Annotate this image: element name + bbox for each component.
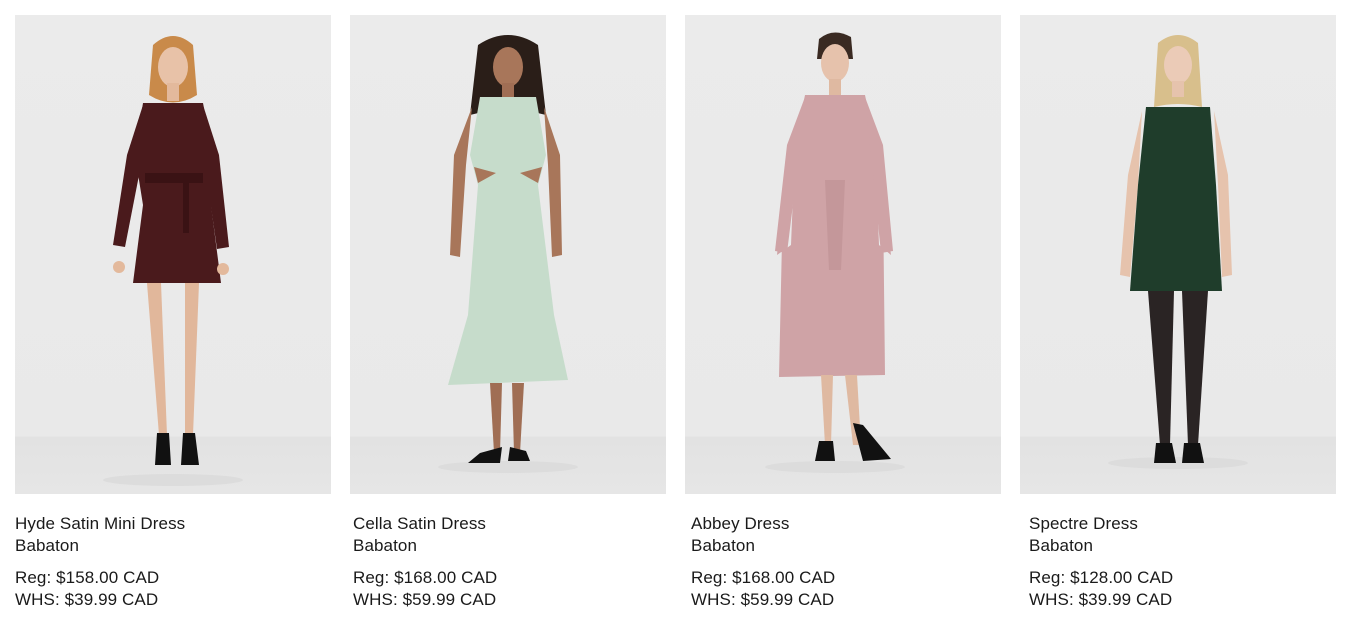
product-brand: Babaton [15, 536, 80, 555]
product-name[interactable]: Hyde Satin Mini Dress [15, 513, 331, 535]
model-photo-icon [765, 32, 905, 473]
price-block: Reg: $158.00 CAD WHS: $39.99 CAD [15, 567, 331, 611]
product-name[interactable]: Abbey Dress [691, 513, 1001, 535]
model-photo-icon [103, 36, 243, 486]
product-brand: Babaton [1029, 536, 1094, 555]
product-name[interactable]: Spectre Dress [1029, 513, 1336, 535]
product-info: Abbey Dress Babaton Reg: $168.00 CAD WHS… [685, 494, 1001, 611]
regular-price: Reg: $168.00 CAD [691, 568, 836, 587]
product-card[interactable]: Spectre Dress Babaton Reg: $128.00 CAD W… [1020, 15, 1336, 611]
dress-shape [1130, 107, 1222, 291]
product-card[interactable]: Abbey Dress Babaton Reg: $168.00 CAD WHS… [685, 15, 1001, 611]
model-photo-icon [438, 35, 578, 473]
product-image[interactable] [15, 15, 331, 494]
regular-price: Reg: $128.00 CAD [1029, 568, 1174, 587]
product-info: Cella Satin Dress Babaton Reg: $168.00 C… [350, 494, 666, 611]
price-block: Reg: $128.00 CAD WHS: $39.99 CAD [1029, 567, 1336, 611]
regular-price: Reg: $158.00 CAD [15, 568, 160, 587]
product-grid: Hyde Satin Mini Dress Babaton Reg: $158.… [0, 0, 1350, 636]
product-image[interactable] [685, 15, 1001, 494]
product-card[interactable]: Cella Satin Dress Babaton Reg: $168.00 C… [350, 15, 666, 611]
product-brand: Babaton [691, 536, 756, 555]
product-image[interactable] [350, 15, 666, 494]
wholesale-price: WHS: $59.99 CAD [691, 590, 835, 609]
product-card[interactable]: Hyde Satin Mini Dress Babaton Reg: $158.… [15, 15, 331, 611]
product-info: Spectre Dress Babaton Reg: $128.00 CAD W… [1020, 494, 1336, 611]
regular-price: Reg: $168.00 CAD [353, 568, 498, 587]
price-block: Reg: $168.00 CAD WHS: $59.99 CAD [691, 567, 1001, 611]
wholesale-price: WHS: $59.99 CAD [353, 590, 497, 609]
wholesale-price: WHS: $39.99 CAD [15, 590, 159, 609]
wholesale-price: WHS: $39.99 CAD [1029, 590, 1173, 609]
product-image[interactable] [1020, 15, 1336, 494]
product-brand: Babaton [353, 536, 418, 555]
product-name[interactable]: Cella Satin Dress [353, 513, 666, 535]
product-info: Hyde Satin Mini Dress Babaton Reg: $158.… [15, 494, 331, 611]
model-photo-icon [1108, 35, 1248, 469]
price-block: Reg: $168.00 CAD WHS: $59.99 CAD [353, 567, 666, 611]
